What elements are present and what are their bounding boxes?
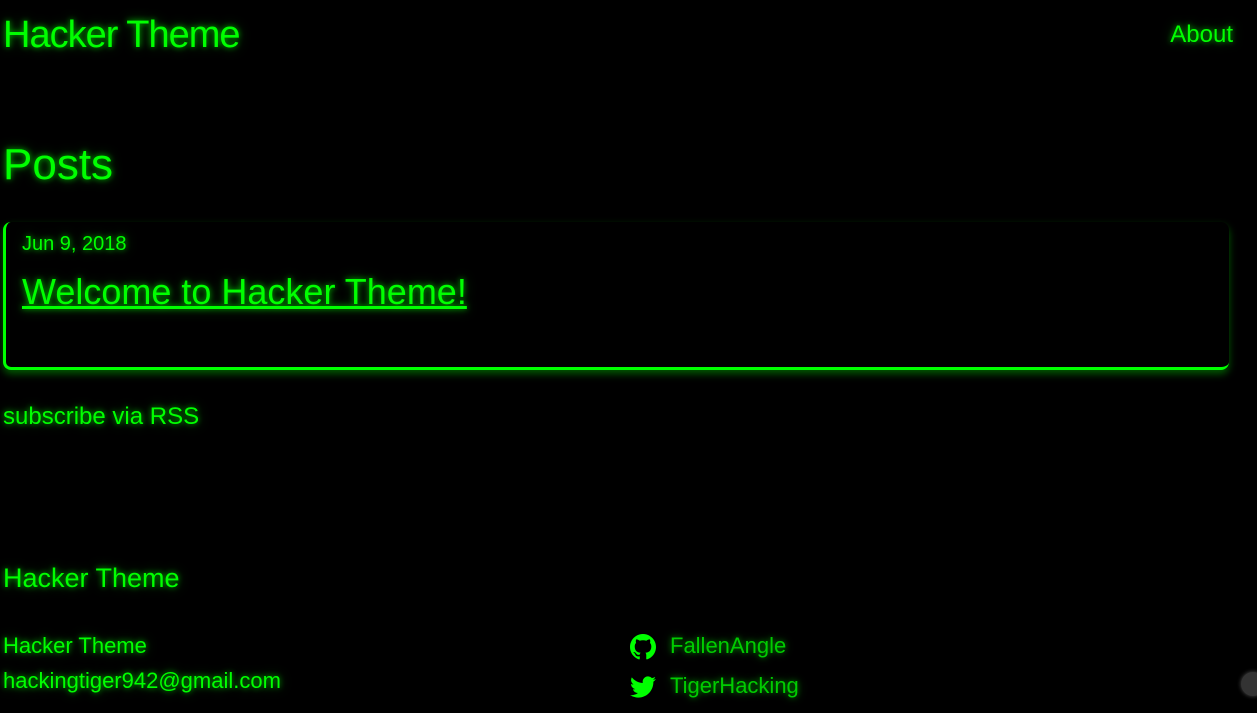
footer-email-link[interactable]: hackingtiger942@gmail.com [3,663,281,698]
footer-social-list: FallenAngle TigerHacking [630,626,799,706]
site-title-link[interactable]: Hacker Theme [3,12,241,58]
post-date: Jun 9, 2018 [22,233,127,255]
post-title-link[interactable]: Welcome to Hacker Theme! [22,270,467,314]
site-header: Hacker Theme About [0,0,1257,80]
social-item-twitter[interactable]: TigerHacking [630,666,799,706]
post-card: Jun 9, 2018 Welcome to Hacker Theme! [3,222,1229,370]
page-heading: Posts [3,140,114,189]
social-link-github[interactable]: FallenAngle [670,626,786,666]
footer-heading: Hacker Theme [3,563,180,593]
scroll-to-top-button[interactable] [1241,672,1257,696]
social-link-twitter[interactable]: TigerHacking [670,666,799,706]
footer-contact-list: Hacker Theme hackingtiger942@gmail.com [3,628,281,698]
footer-name: Hacker Theme [3,633,147,658]
social-item-github[interactable]: FallenAngle [630,626,799,666]
github-icon [630,633,656,660]
rss-subscribe-link[interactable]: subscribe via RSS [3,402,199,432]
nav-link-about[interactable]: About [1170,20,1233,50]
twitter-icon [630,673,656,699]
